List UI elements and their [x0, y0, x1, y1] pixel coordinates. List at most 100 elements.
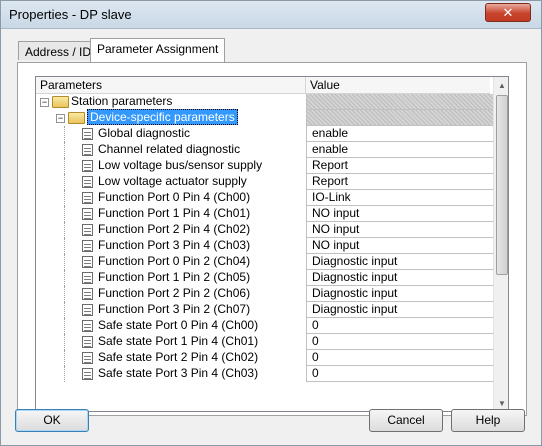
row-value	[306, 94, 493, 110]
tree-connector-line	[64, 126, 65, 142]
parameter-grid: Parameters Value − Station parameters − Dev…	[35, 76, 509, 412]
row-value[interactable]: enable	[306, 126, 493, 142]
row-label: Safe state Port 3 Pin 4 (Ch03)	[98, 366, 259, 380]
row-label: Function Port 2 Pin 4 (Ch02)	[98, 222, 251, 236]
tree-connector-line	[64, 254, 65, 270]
table-row[interactable]: Function Port 2 Pin 2 (Ch06) Diagnostic i…	[36, 286, 493, 302]
parameter-document-icon	[82, 272, 93, 284]
ok-button[interactable]: OK	[15, 409, 89, 432]
row-label: Function Port 0 Pin 2 (Ch04)	[98, 254, 251, 268]
parameter-document-icon	[82, 288, 93, 300]
scroll-thumb[interactable]	[496, 95, 508, 275]
collapse-toggle-icon[interactable]: −	[56, 114, 65, 123]
parameter-document-icon	[82, 336, 93, 348]
row-label: Function Port 1 Pin 2 (Ch05)	[98, 270, 251, 284]
table-row[interactable]: Function Port 1 Pin 4 (Ch01) NO input	[36, 206, 493, 222]
row-label: Function Port 3 Pin 4 (Ch03)	[98, 238, 251, 252]
tree-connector-line	[64, 366, 65, 382]
parameter-document-icon	[82, 128, 93, 140]
row-value[interactable]: Report	[306, 158, 493, 174]
row-value[interactable]: Report	[306, 174, 493, 190]
dialog-content: Address / ID Parameter Assignment Parame…	[5, 30, 538, 443]
tab-panel: Parameters Value − Station parameters − Dev…	[17, 62, 527, 416]
table-row[interactable]: Safe state Port 1 Pin 4 (Ch01) 0	[36, 334, 493, 350]
tree-connector-line	[64, 222, 65, 238]
help-button[interactable]: Help	[451, 409, 525, 432]
tree-connector-line	[64, 142, 65, 158]
parameter-document-icon	[82, 320, 93, 332]
table-row[interactable]: Function Port 3 Pin 4 (Ch03) NO input	[36, 238, 493, 254]
parameter-document-icon	[82, 176, 93, 188]
row-label: Function Port 1 Pin 4 (Ch01)	[98, 206, 251, 220]
tree-connector-line	[64, 190, 65, 206]
table-row[interactable]: Safe state Port 0 Pin 4 (Ch00) 0	[36, 318, 493, 334]
tree-connector-line	[64, 174, 65, 190]
row-label: Station parameters	[71, 94, 173, 108]
tree-connector-line	[64, 334, 65, 350]
table-row[interactable]: Global diagnostic enable	[36, 126, 493, 142]
window-title: Properties - DP slave	[9, 7, 132, 22]
vertical-scrollbar[interactable]: ▲ ▼	[493, 77, 508, 411]
row-value[interactable]: 0	[306, 350, 493, 366]
parameter-document-icon	[82, 192, 93, 204]
tree-connector-line	[64, 286, 65, 302]
row-value[interactable]: NO input	[306, 238, 493, 254]
row-value[interactable]: NO input	[306, 222, 493, 238]
row-value[interactable]: Diagnostic input	[306, 270, 493, 286]
cancel-button[interactable]: Cancel	[369, 409, 443, 432]
table-row[interactable]: − Device-specific parameters	[36, 109, 493, 126]
row-value[interactable]: IO-Link	[306, 190, 493, 206]
selected-row-label[interactable]: Device-specific parameters	[87, 109, 238, 125]
parameter-document-icon	[82, 368, 93, 380]
tree-connector-line	[64, 238, 65, 254]
row-label: Function Port 2 Pin 2 (Ch06)	[98, 286, 251, 300]
parameter-document-icon	[82, 208, 93, 220]
row-label: Function Port 3 Pin 2 (Ch07)	[98, 302, 251, 316]
row-value[interactable]: Diagnostic input	[306, 286, 493, 302]
parameter-document-icon	[82, 352, 93, 364]
table-row[interactable]: Function Port 0 Pin 2 (Ch04) Diagnostic i…	[36, 254, 493, 270]
column-header-value[interactable]: Value	[306, 77, 490, 94]
tree-connector-line	[64, 206, 65, 222]
row-value[interactable]: Diagnostic input	[306, 254, 493, 270]
row-label: Device-specific parameters	[87, 109, 238, 126]
parameter-document-icon	[82, 160, 93, 172]
row-label: Channel related diagnostic	[98, 142, 241, 156]
folder-icon	[52, 96, 69, 108]
row-value[interactable]: Diagnostic input	[306, 302, 493, 318]
grid-rows: − Station parameters − Device-specific para…	[36, 94, 493, 411]
row-value[interactable]: 0	[306, 334, 493, 350]
row-label: Global diagnostic	[98, 126, 191, 140]
column-header-parameters[interactable]: Parameters	[36, 77, 306, 94]
parameter-document-icon	[82, 304, 93, 316]
tree-connector-line	[64, 158, 65, 174]
tab-address-id[interactable]: Address / ID	[18, 41, 99, 60]
folder-icon	[68, 112, 85, 124]
tree-connector-line	[64, 318, 65, 334]
table-row[interactable]: Channel related diagnostic enable	[36, 142, 493, 158]
close-button[interactable]: ✕	[485, 3, 531, 22]
table-row[interactable]: Low voltage bus/sensor supply Report	[36, 158, 493, 174]
table-row[interactable]: Safe state Port 2 Pin 4 (Ch02) 0	[36, 350, 493, 366]
tab-parameter-assignment[interactable]: Parameter Assignment	[90, 38, 226, 62]
properties-dialog: Properties - DP slave ✕ Address / ID Par…	[0, 0, 542, 446]
row-label: Safe state Port 1 Pin 4 (Ch01)	[98, 334, 259, 348]
scroll-up-icon[interactable]: ▲	[494, 77, 508, 94]
table-row[interactable]: Function Port 3 Pin 2 (Ch07) Diagnostic i…	[36, 302, 493, 318]
row-value[interactable]: enable	[306, 142, 493, 158]
collapse-toggle-icon[interactable]: −	[40, 98, 49, 107]
table-row[interactable]: Function Port 0 Pin 4 (Ch00) IO-Link	[36, 190, 493, 206]
table-row[interactable]: Safe state Port 3 Pin 4 (Ch03) 0	[36, 366, 493, 382]
parameter-document-icon	[82, 240, 93, 252]
title-bar: Properties - DP slave ✕	[1, 1, 541, 29]
row-value[interactable]: 0	[306, 366, 493, 382]
row-value	[306, 110, 493, 126]
row-label: Function Port 0 Pin 4 (Ch00)	[98, 190, 251, 204]
row-value[interactable]: NO input	[306, 206, 493, 222]
table-row[interactable]: Function Port 2 Pin 4 (Ch02) NO input	[36, 222, 493, 238]
table-row[interactable]: Function Port 1 Pin 2 (Ch05) Diagnostic i…	[36, 270, 493, 286]
row-value[interactable]: 0	[306, 318, 493, 334]
table-row[interactable]: Low voltage actuator supply Report	[36, 174, 493, 190]
row-label: Low voltage actuator supply	[98, 174, 247, 188]
table-row[interactable]: − Station parameters	[36, 94, 493, 110]
